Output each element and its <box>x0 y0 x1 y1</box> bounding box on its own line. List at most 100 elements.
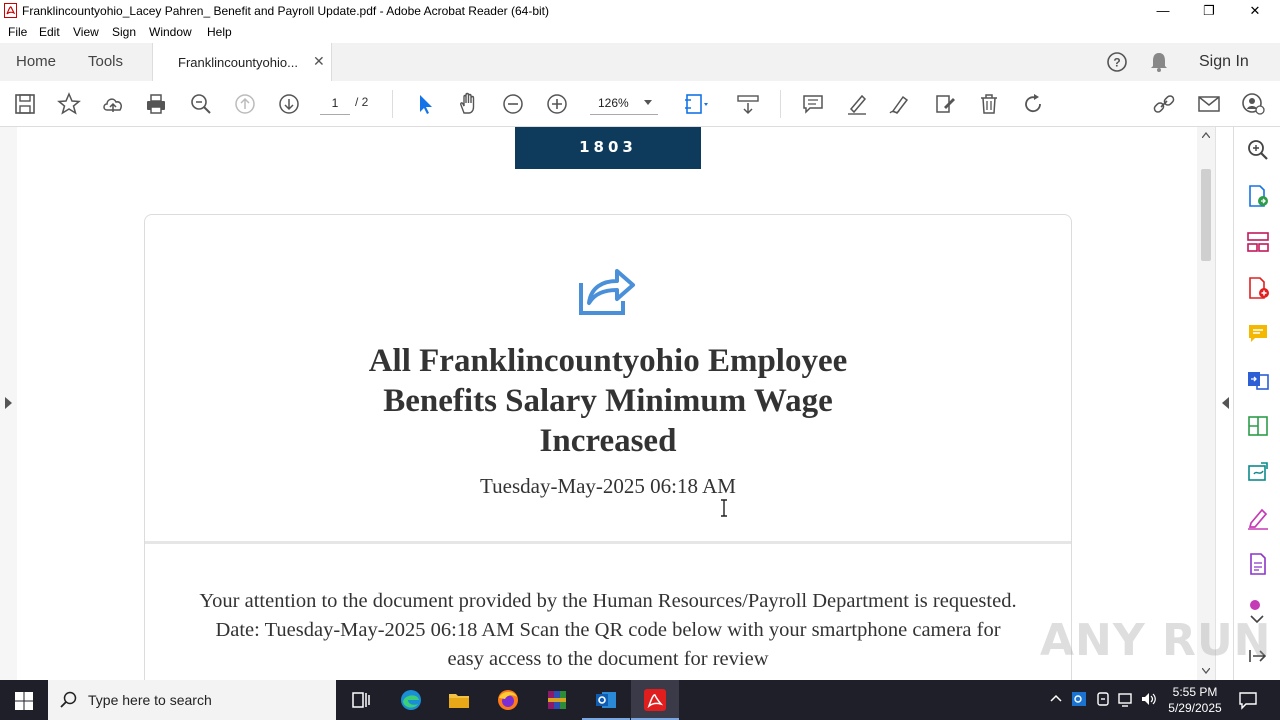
create-pdf-icon[interactable] <box>1246 276 1270 300</box>
notice-date: Tuesday-May-2025 06:18 AM <box>480 474 736 498</box>
upload-cloud-icon[interactable] <box>100 91 126 117</box>
text-cursor-icon <box>721 499 727 517</box>
show-hidden-icons-chevron-icon[interactable] <box>1047 690 1065 708</box>
zoom-level-select[interactable]: 126% <box>590 92 658 115</box>
zoom-level-value: 126% <box>598 96 629 110</box>
menu-bar: File Edit View Sign Window Help <box>0 22 1280 43</box>
device-tray-icon[interactable] <box>1094 690 1112 708</box>
zoom-out-icon[interactable] <box>500 91 526 117</box>
menu-sign[interactable]: Sign <box>112 25 136 39</box>
toolbar-divider <box>780 90 781 118</box>
clock-time: 5:55 PM <box>1172 685 1218 699</box>
zoom-in-icon[interactable] <box>544 91 570 117</box>
tab-document[interactable]: Franklincountyohio... ✕ <box>152 43 332 82</box>
fill-sign-pen-icon[interactable] <box>887 91 913 117</box>
notifications-bell-icon[interactable] <box>1149 51 1169 73</box>
print-icon[interactable] <box>143 91 169 117</box>
page-number-input[interactable]: 1 <box>320 92 350 115</box>
windows-taskbar: Type here to search 5:55 PM 5/29/2025 <box>0 680 1280 720</box>
task-view-button[interactable] <box>336 680 384 720</box>
window-title: Franklincountyohio_Lacey Pahren_ Benefit… <box>22 4 549 18</box>
select-cursor-icon[interactable] <box>412 91 438 117</box>
svg-text:?: ? <box>1113 56 1120 70</box>
left-panel-collapsed[interactable] <box>0 127 18 680</box>
email-icon[interactable] <box>1196 91 1222 117</box>
document-tab-label: Franklincountyohio... <box>178 55 298 70</box>
organize-pages-icon[interactable] <box>1246 230 1270 254</box>
menu-help[interactable]: Help <box>207 25 232 39</box>
close-window-button[interactable]: ✕ <box>1232 0 1278 22</box>
rotate-icon[interactable] <box>1020 91 1046 117</box>
volume-icon[interactable] <box>1140 690 1158 708</box>
acrobat-reader-taskbar-icon[interactable] <box>631 680 679 720</box>
notification-center-icon[interactable] <box>1238 690 1258 710</box>
outlook-tray-icon[interactable] <box>1070 690 1088 708</box>
collapse-right-panel-icon[interactable] <box>1222 397 1229 409</box>
more-tools-icon[interactable] <box>1246 592 1270 610</box>
title-bar: Franklincountyohio_Lacey Pahren_ Benefit… <box>0 0 1280 22</box>
highlight-pen-icon[interactable] <box>844 91 870 117</box>
document-viewport[interactable]: 1803 All Franklincountyohio Employee Ben… <box>0 127 1233 680</box>
file-explorer-icon[interactable] <box>435 680 483 720</box>
scroll-up-icon[interactable] <box>1202 132 1210 138</box>
expand-left-panel-icon[interactable] <box>5 397 12 409</box>
maximize-button[interactable]: ❐ <box>1186 0 1232 22</box>
network-icon[interactable] <box>1117 690 1135 708</box>
export-pdf-icon[interactable] <box>1246 184 1270 208</box>
previous-page-icon[interactable] <box>232 91 258 117</box>
comment-icon[interactable] <box>800 91 826 117</box>
start-button[interactable] <box>0 680 48 720</box>
tools-pane <box>1233 127 1280 680</box>
pdf-page: 1803 All Franklincountyohio Employee Ben… <box>17 127 1197 680</box>
tab-home[interactable]: Home <box>16 43 56 81</box>
acrobat-app-icon <box>4 3 17 18</box>
divider <box>145 541 1071 544</box>
bookmark-star-icon[interactable] <box>56 91 82 117</box>
tab-tools[interactable]: Tools <box>88 43 123 81</box>
hand-tool-icon[interactable] <box>456 91 482 117</box>
search-icon <box>60 691 77 708</box>
share-link-icon[interactable] <box>1151 91 1177 117</box>
page-total: / 2 <box>355 95 369 109</box>
close-tab-icon[interactable]: ✕ <box>313 53 325 70</box>
edit-pdf-icon[interactable] <box>1246 414 1270 438</box>
sign-in-button[interactable]: Sign In <box>1199 43 1249 81</box>
toolbar-divider <box>392 90 393 118</box>
menu-file[interactable]: File <box>8 25 27 39</box>
chevron-down-icon <box>644 100 652 105</box>
system-clock[interactable]: 5:55 PM 5/29/2025 <box>1160 684 1230 716</box>
next-page-icon[interactable] <box>276 91 302 117</box>
minimize-button[interactable]: — <box>1140 0 1186 22</box>
vertical-scrollbar[interactable] <box>1197 127 1215 680</box>
zoom-out-search-icon[interactable] <box>188 91 214 117</box>
menu-view[interactable]: View <box>73 25 99 39</box>
fill-and-sign-icon[interactable] <box>1246 506 1270 530</box>
edit-document-icon[interactable] <box>932 91 958 117</box>
menu-edit[interactable]: Edit <box>39 25 60 39</box>
scrollbar-thumb[interactable] <box>1201 169 1211 261</box>
outlook-icon[interactable] <box>582 680 630 720</box>
edge-browser-icon[interactable] <box>387 680 435 720</box>
scroll-mode-icon[interactable] <box>735 91 761 117</box>
scroll-down-icon[interactable] <box>1202 668 1210 674</box>
save-icon[interactable] <box>12 91 38 117</box>
send-for-signature-icon[interactable] <box>1246 460 1270 484</box>
help-icon[interactable]: ? <box>1106 51 1128 73</box>
protect-document-icon[interactable] <box>1246 552 1270 576</box>
comment-tool-icon[interactable] <box>1246 322 1270 346</box>
notice-card: All Franklincountyohio Employee Benefits… <box>144 214 1072 680</box>
taskbar-search-box[interactable]: Type here to search <box>48 680 336 720</box>
firefox-icon[interactable] <box>484 680 532 720</box>
right-panel-toggle[interactable] <box>1215 127 1233 680</box>
page-layout-icon[interactable] <box>682 91 708 117</box>
search-zoom-icon[interactable] <box>1246 138 1270 162</box>
combine-files-icon[interactable] <box>1246 368 1270 392</box>
windows-logo-icon <box>15 692 33 710</box>
share-user-icon[interactable] <box>1240 91 1266 117</box>
menu-window[interactable]: Window <box>149 25 192 39</box>
notice-body: Your attention to the document provided … <box>199 590 1017 670</box>
organization-logo: 1803 <box>515 127 701 169</box>
search-placeholder: Type here to search <box>88 692 212 708</box>
winrar-icon[interactable] <box>533 680 581 720</box>
delete-trash-icon[interactable] <box>976 91 1002 117</box>
